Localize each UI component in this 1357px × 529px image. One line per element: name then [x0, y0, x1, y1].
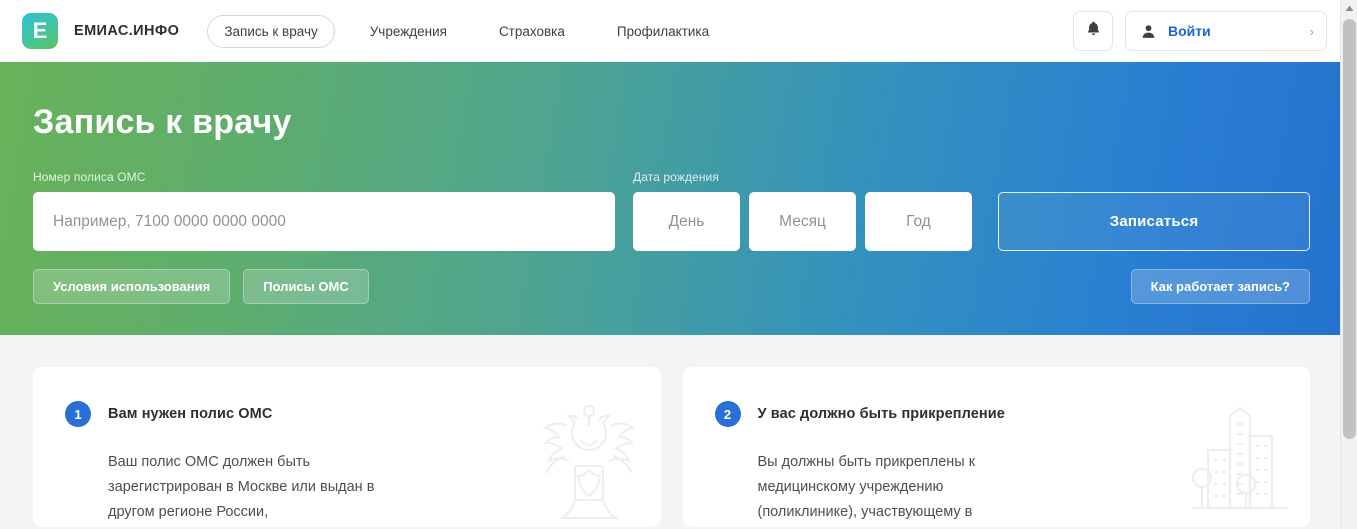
header-actions: Войти › — [1073, 11, 1327, 51]
terms-of-use-button[interactable]: Условия использования — [33, 269, 231, 305]
nav-item-institutions[interactable]: Учреждения — [353, 15, 464, 48]
login-button[interactable]: Войти › — [1125, 11, 1327, 51]
card-body-text: Вы должны быть прикреплены к медицинском… — [757, 454, 976, 520]
notifications-button[interactable] — [1073, 11, 1113, 51]
how-it-works-button[interactable]: Как работает запись? — [1130, 269, 1310, 305]
info-card-policy: 1 Вам нужен полис ОМС Ваш полис ОМС долж… — [33, 367, 661, 527]
page-title: Запись к врачу — [33, 103, 292, 141]
policy-field-group: Номер полиса ОМС — [33, 170, 615, 252]
dob-month-input[interactable] — [749, 192, 856, 252]
person-icon — [1140, 23, 1157, 40]
brand-name: ЕМИАС.ИНФО — [74, 23, 180, 39]
brand[interactable]: Е ЕМИАС.ИНФО — [22, 13, 179, 49]
nav-item-insurance[interactable]: Страховка — [482, 15, 582, 48]
dob-day-input[interactable] — [633, 192, 740, 252]
submit-appointment-button[interactable]: Записаться — [998, 192, 1310, 252]
step-badge: 1 — [65, 401, 91, 427]
dob-year-input[interactable] — [865, 192, 972, 252]
chevron-right-icon: › — [1309, 23, 1314, 39]
scroll-up-arrow-icon[interactable] — [1341, 0, 1357, 17]
dob-inputs — [633, 192, 972, 252]
main-nav: Запись к врачу Учреждения Страховка Проф… — [207, 14, 1073, 48]
policy-label: Номер полиса ОМС — [33, 170, 146, 185]
bell-icon — [1085, 20, 1102, 42]
appointment-form: Номер полиса ОМС Дата рождения Записатьс… — [33, 170, 1310, 252]
hero-links-row: Условия использования Полисы ОМС Как раб… — [33, 269, 1310, 305]
dob-label: Дата рождения — [633, 170, 719, 185]
screenshot-root: Е ЕМИАС.ИНФО Запись к врачу Учреждения С… — [0, 0, 1357, 529]
step-badge: 2 — [714, 401, 741, 427]
logo-letter: Е — [32, 18, 48, 43]
info-cards: 1 Вам нужен полис ОМС Ваш полис ОМС долж… — [0, 335, 1340, 527]
page-scrollbar[interactable] — [1340, 0, 1357, 529]
card-body-text: Ваш полис ОМС должен быть зарегистрирова… — [108, 454, 375, 520]
login-label: Войти — [1168, 23, 1211, 39]
card-header: 2 У вас должно быть прикрепление — [714, 401, 1279, 427]
info-card-attachment: 2 У вас должно быть прикрепление Вы долж… — [682, 367, 1310, 527]
emias-logo-icon: Е — [22, 13, 58, 49]
nav-item-prevention[interactable]: Профилактика — [600, 15, 726, 48]
policy-number-input[interactable] — [33, 192, 615, 252]
card-title: Вам нужен полис ОМС — [108, 406, 273, 422]
card-title: У вас должно быть прикрепление — [757, 406, 1005, 422]
browser-viewport: Е ЕМИАС.ИНФО Запись к врачу Учреждения С… — [0, 0, 1340, 529]
hero-section: Запись к врачу Номер полиса ОМС Дата рож… — [0, 62, 1340, 335]
dob-field-group: Дата рождения — [633, 170, 972, 252]
oms-policies-button[interactable]: Полисы ОМС — [243, 269, 369, 305]
card-header: 1 Вам нужен полис ОМС — [65, 401, 629, 427]
scrollbar-thumb[interactable] — [1343, 19, 1356, 439]
nav-item-appointment[interactable]: Запись к врачу — [207, 14, 335, 48]
site-header: Е ЕМИАС.ИНФО Запись к врачу Учреждения С… — [0, 0, 1340, 62]
